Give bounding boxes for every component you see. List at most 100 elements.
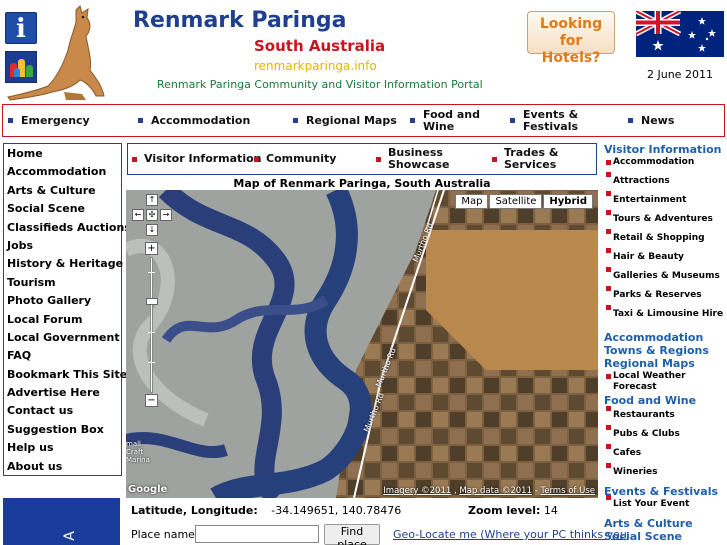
sub-nav-business-showcase[interactable]: Business Showcase	[376, 147, 466, 171]
map-data-link[interactable]: Map data ©2011	[459, 486, 532, 496]
right-sub-link[interactable]: Taxi & Limousine Hire	[604, 305, 727, 320]
right-heading-link[interactable]: Visitor Information	[604, 143, 727, 156]
left-nav-item[interactable]: Classifieds Auctions	[7, 221, 131, 239]
right-sub-link[interactable]: Wineries	[604, 463, 727, 478]
kangaroo-logo-icon	[7, 5, 105, 101]
bullet-icon	[132, 156, 137, 162]
top-nav-regional-maps[interactable]: Regional Maps	[293, 114, 397, 127]
site-tagline: Renmark Paringa Community and Visitor In…	[157, 78, 483, 91]
sub-nav-trades-services[interactable]: Trades & Services	[492, 147, 572, 171]
bullet-icon	[8, 118, 13, 123]
place-label: mall Craft Marina	[126, 440, 150, 464]
right-sub-link[interactable]: Attractions	[604, 172, 727, 187]
top-nav-emergency[interactable]: Emergency	[8, 114, 90, 127]
map-type-map-button[interactable]: Map	[455, 194, 489, 209]
right-sub-link[interactable]: Retail & Shopping	[604, 229, 727, 244]
bullet-icon	[606, 160, 611, 165]
site-title[interactable]: Renmark Paringa	[133, 8, 346, 33]
bullet-icon	[376, 156, 381, 162]
right-heading-link[interactable]: Food and Wine	[604, 394, 727, 407]
geo-locate-link[interactable]: Geo-Locate me (Where your PC thinks you	[393, 528, 627, 541]
left-nav-item[interactable]: Home	[7, 147, 121, 165]
pan-right-icon[interactable]: →	[160, 209, 172, 221]
right-sub-link[interactable]: Entertainment	[604, 191, 727, 206]
left-nav-item[interactable]: Local Government	[7, 331, 121, 349]
left-nav-item[interactable]: Bookmark This Site	[7, 368, 127, 386]
right-heading-link[interactable]: Events & Festivals	[604, 485, 727, 498]
google-logo[interactable]: Google	[128, 484, 167, 495]
left-nav-item[interactable]: Local Forum	[7, 313, 121, 331]
zoom-level-readout: Zoom level: 14	[468, 504, 558, 517]
zoom-tick	[148, 272, 155, 273]
sub-nav-community[interactable]: Community	[254, 153, 336, 165]
hotels-button[interactable]: Looking for Hotels?	[527, 11, 615, 66]
satellite-map[interactable]: Map Satellite Hybrid ↑ ← ✣ → ↓ + − Murth…	[126, 190, 598, 498]
right-heading-link[interactable]: Towns & Regions	[604, 344, 727, 357]
right-heading-link[interactable]: Regional Maps	[604, 357, 727, 370]
sub-nav: Visitor Information Community Business S…	[127, 143, 597, 175]
sub-nav-visitor-information[interactable]: Visitor Information	[132, 153, 261, 165]
zoom-slider-handle[interactable]	[146, 298, 158, 305]
right-sub-link[interactable]: Pubs & Clubs	[604, 425, 727, 440]
left-nav-item[interactable]: Suggestion Box	[7, 423, 121, 441]
right-heading-link[interactable]: Accommodation	[604, 331, 727, 344]
bullet-icon	[606, 210, 611, 215]
right-heading-link[interactable]: Social Scene	[604, 530, 727, 543]
left-nav-item[interactable]: Accommodation	[7, 165, 121, 183]
site-header: i Renmark Paringa South Australia renmar…	[0, 0, 727, 103]
pan-down-icon[interactable]: ↓	[146, 224, 158, 236]
left-nav-item[interactable]: About us	[7, 460, 121, 478]
left-nav-item[interactable]: Help us	[7, 441, 121, 459]
satellite-imagery	[126, 190, 598, 498]
right-heading-link[interactable]: Arts & Culture	[604, 517, 727, 530]
site-url[interactable]: renmarkparinga.info	[254, 59, 377, 73]
zoom-slider-track[interactable]	[150, 257, 153, 393]
terms-of-use-link[interactable]: Terms of Use	[540, 486, 595, 496]
right-sub-link[interactable]: Tours & Adventures	[604, 210, 727, 225]
place-name-input[interactable]	[195, 525, 319, 543]
map-type-hybrid-button[interactable]: Hybrid	[543, 194, 593, 209]
bullet-icon	[254, 156, 259, 162]
bullet-icon	[606, 229, 611, 234]
zoom-tick	[148, 362, 155, 363]
pan-center-icon[interactable]: ✣	[146, 209, 158, 221]
left-nav-item[interactable]: Advertise Here	[7, 386, 121, 404]
find-place-button[interactable]: Find place	[324, 524, 380, 545]
left-advertisement[interactable]: A	[3, 498, 120, 545]
right-sub-link[interactable]: Galleries & Museums	[604, 267, 727, 282]
top-nav-news[interactable]: News	[628, 114, 674, 127]
left-nav: Home Accommodation Arts & Culture Social Sc…	[3, 143, 131, 478]
left-nav-item[interactable]: Photo Gallery	[7, 294, 121, 312]
bullet-icon	[510, 118, 515, 123]
pan-left-icon[interactable]: ←	[132, 209, 144, 221]
left-nav-item[interactable]: History & Heritage	[7, 257, 123, 275]
right-sub-link[interactable]: Accommodation	[604, 157, 727, 168]
zoom-tick	[148, 332, 155, 333]
left-nav-item[interactable]: Arts & Culture	[7, 184, 121, 202]
bullet-icon	[492, 156, 497, 162]
left-nav-item[interactable]: Tourism	[7, 276, 121, 294]
right-sub-link[interactable]: Parks & Reserves	[604, 286, 727, 301]
left-nav-item[interactable]: FAQ	[7, 349, 121, 367]
map-copyright: Imagery ©2011 , Map data ©2011 - Terms o…	[383, 486, 595, 496]
right-sub-link[interactable]: Restaurants	[604, 406, 727, 421]
left-nav-item[interactable]: Social Scene	[7, 202, 121, 220]
left-nav-item[interactable]: Jobs	[7, 239, 121, 257]
lat-lng-readout: Latitude, Longitude: -34.149651, 140.784…	[131, 504, 402, 517]
right-sub-link[interactable]: Cafes	[604, 444, 727, 459]
top-nav-events-festivals[interactable]: Events & Festivals	[510, 108, 595, 133]
left-nav-item[interactable]: Contact us	[7, 404, 121, 422]
right-sub-link[interactable]: Local Weather Forecast	[604, 371, 727, 393]
zoom-in-icon[interactable]: +	[145, 242, 158, 255]
map-zoom-control: + −	[145, 242, 159, 408]
bullet-icon	[606, 172, 611, 177]
zoom-out-icon[interactable]: −	[145, 394, 158, 407]
imagery-link[interactable]: Imagery ©2011	[383, 486, 451, 496]
top-nav-accommodation[interactable]: Accommodation	[138, 114, 250, 127]
top-nav-food-and-wine[interactable]: Food and Wine	[410, 108, 490, 133]
right-sub-link[interactable]: List Your Event	[604, 495, 727, 510]
map-type-satellite-button[interactable]: Satellite	[489, 194, 543, 209]
pan-up-icon[interactable]: ↑	[146, 194, 158, 206]
right-sub-link[interactable]: Hair & Beauty	[604, 248, 727, 263]
bullet-icon	[606, 463, 611, 468]
